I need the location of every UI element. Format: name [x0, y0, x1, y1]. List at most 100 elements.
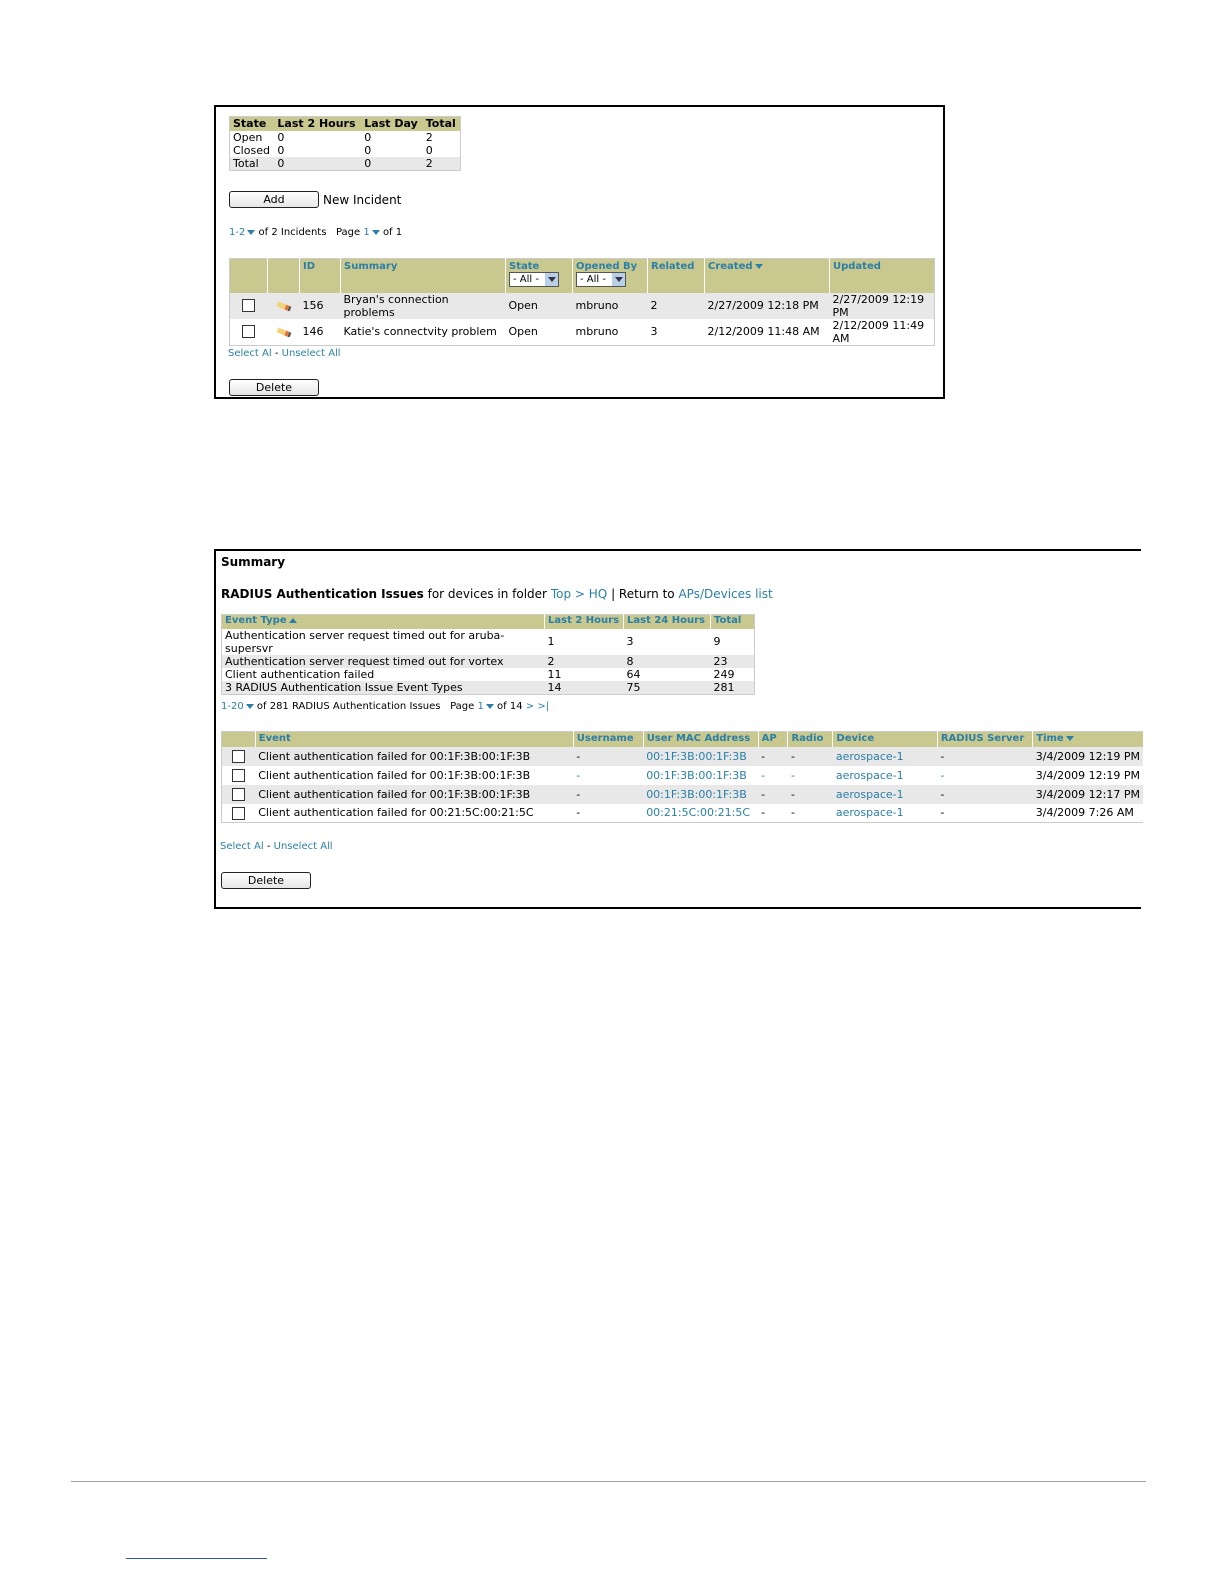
- col-opened-by-label[interactable]: Opened By: [576, 261, 644, 272]
- row-checkbox[interactable]: [232, 806, 246, 820]
- last-page-link[interactable]: >|: [537, 701, 549, 712]
- stats-row: Client authentication failed 11 64 249: [222, 668, 755, 681]
- cell-device-link[interactable]: aerospace-1: [833, 766, 937, 785]
- col-id[interactable]: ID: [299, 258, 341, 293]
- cell-summary: Bryan's connection problems: [343, 292, 449, 319]
- add-incident-button[interactable]: Add: [229, 191, 319, 208]
- radius-heading: RADIUS Authentication Issues for devices…: [221, 587, 773, 601]
- col-user-mac-address[interactable]: User MAC Address: [642, 731, 759, 747]
- table-row[interactable]: Client authentication failed for 00:1F:3…: [221, 784, 1143, 804]
- row-checkbox[interactable]: [232, 787, 246, 801]
- sort-desc-icon: [754, 263, 763, 269]
- col-summary[interactable]: Summary: [340, 258, 506, 293]
- stats-cell: 9: [713, 635, 721, 648]
- stats-cell: Open: [233, 130, 263, 144]
- cell-opened-by: mbruno: [575, 299, 619, 312]
- delete-button[interactable]: Delete: [221, 872, 311, 889]
- stats-cell: 2: [425, 156, 433, 170]
- table-row[interactable]: 146 Katie's connectvity problem Open mbr…: [230, 319, 935, 346]
- stats-cell: 8: [626, 654, 634, 668]
- col-username[interactable]: Username: [572, 731, 644, 747]
- cell-summary: Katie's connectvity problem: [343, 325, 497, 338]
- row-checkbox[interactable]: [242, 325, 256, 339]
- col-event-type[interactable]: Event Type: [222, 615, 545, 629]
- cell-mac-link[interactable]: 00:21:5C:00:21:5C: [643, 804, 758, 823]
- table-row[interactable]: Client authentication failed for 00:1F:3…: [222, 766, 1144, 785]
- col-last-2-hours[interactable]: Last 2 Hours: [544, 614, 624, 629]
- page-dropdown-icon[interactable]: [485, 703, 494, 709]
- cell-radius-server: -: [940, 749, 945, 763]
- col-time[interactable]: Time: [1032, 731, 1143, 747]
- folder-hq-link[interactable]: HQ: [589, 587, 607, 601]
- cell-mac-link[interactable]: 00:1F:3B:00:1F:3B: [643, 766, 758, 785]
- cell-ap: -: [761, 787, 766, 801]
- range-selector[interactable]: 1-2: [229, 227, 245, 238]
- cell-mac-link[interactable]: 00:1F:3B:00:1F:3B: [643, 747, 758, 766]
- select-all-link[interactable]: Select Al: [220, 841, 264, 852]
- folder-top-link[interactable]: Top: [551, 587, 571, 601]
- range-dropdown-icon[interactable]: [247, 229, 256, 235]
- table-row[interactable]: Client authentication failed for 00:21:5…: [222, 804, 1144, 823]
- stats-cell: Authentication server request timed out …: [225, 628, 505, 655]
- page-selector[interactable]: 1: [363, 227, 369, 238]
- state-filter-select[interactable]: - All -: [509, 272, 559, 287]
- stats-cell: Closed: [233, 143, 270, 157]
- col-ap[interactable]: AP: [757, 731, 788, 747]
- col-event-type-label[interactable]: Event Type: [225, 615, 287, 626]
- cell-ap-link[interactable]: -: [758, 766, 788, 785]
- cell-device-link[interactable]: aerospace-1: [833, 804, 937, 823]
- col-radio[interactable]: Radio: [787, 731, 833, 747]
- cell-updated: 2/12/2009 11:49 AM: [832, 318, 925, 345]
- col-created-label[interactable]: Created: [708, 261, 753, 272]
- radius-heading-text: for devices in folder: [427, 587, 547, 601]
- select-all-link[interactable]: Select Al: [228, 348, 272, 359]
- col-total[interactable]: Total: [710, 614, 755, 629]
- unselect-all-link[interactable]: Unselect All: [282, 348, 341, 359]
- cell-radio-link[interactable]: -: [788, 766, 833, 785]
- cell-time: 3/4/2009 12:17 PM: [1035, 787, 1140, 801]
- col-radius-server[interactable]: RADIUS Server: [936, 731, 1033, 747]
- col-created[interactable]: Created: [704, 258, 830, 293]
- chevron-down-icon[interactable]: [544, 273, 558, 286]
- cell-ap: -: [761, 749, 766, 763]
- opened-by-filter-select[interactable]: - All -: [576, 272, 626, 287]
- edit-pencil-icon[interactable]: [276, 327, 291, 338]
- stats-cell: Total: [233, 156, 259, 170]
- row-checkbox[interactable]: [232, 768, 246, 782]
- col-state-label[interactable]: State: [509, 261, 569, 272]
- cell-device-link[interactable]: aerospace-1: [833, 747, 937, 766]
- col-last-24-hours[interactable]: Last 24 Hours: [623, 614, 711, 629]
- range-selector[interactable]: 1-20: [221, 701, 244, 712]
- stats-cell: 0: [364, 130, 372, 144]
- cell-mac-link[interactable]: 00:1F:3B:00:1F:3B: [643, 785, 758, 804]
- cell-username-link[interactable]: -: [573, 766, 643, 785]
- edit-pencil-icon[interactable]: [276, 301, 291, 312]
- col-time-label[interactable]: Time: [1036, 733, 1063, 744]
- stats-cell: 249: [713, 667, 735, 681]
- range-dropdown-icon[interactable]: [245, 703, 254, 709]
- chevron-down-icon[interactable]: [611, 273, 625, 286]
- aps-devices-list-link[interactable]: APs/Devices list: [678, 587, 772, 601]
- col-event[interactable]: Event: [254, 731, 574, 747]
- cell-device-link[interactable]: aerospace-1: [833, 785, 937, 804]
- table-row[interactable]: Client authentication failed for 00:1F:3…: [221, 746, 1143, 766]
- cell-event: Client authentication failed for 00:1F:3…: [258, 768, 531, 782]
- cell-state: Open: [508, 299, 538, 312]
- page-dropdown-icon[interactable]: [371, 229, 380, 235]
- col-updated[interactable]: Updated: [829, 258, 935, 293]
- page-selector[interactable]: 1: [477, 701, 483, 712]
- col-device[interactable]: Device: [832, 731, 938, 747]
- row-checkbox[interactable]: [232, 749, 246, 763]
- unselect-all-link[interactable]: Unselect All: [274, 841, 333, 852]
- cell-radius-server-link[interactable]: -: [937, 766, 1032, 785]
- table-row[interactable]: 156 Bryan's connection problems Open mbr…: [229, 292, 935, 319]
- cell-state: Open: [508, 325, 538, 338]
- next-page-link[interactable]: >: [526, 701, 534, 712]
- stats-cell: Client authentication failed: [225, 667, 375, 681]
- row-checkbox[interactable]: [242, 299, 256, 313]
- delete-button[interactable]: Delete: [229, 379, 319, 396]
- stats-row: Authentication server request timed out …: [222, 629, 755, 655]
- incident-stats-table: State Last 2 Hours Last Day Total Open 0…: [229, 116, 461, 171]
- cell-radius-server: -: [940, 806, 945, 820]
- col-related[interactable]: Related: [647, 258, 705, 293]
